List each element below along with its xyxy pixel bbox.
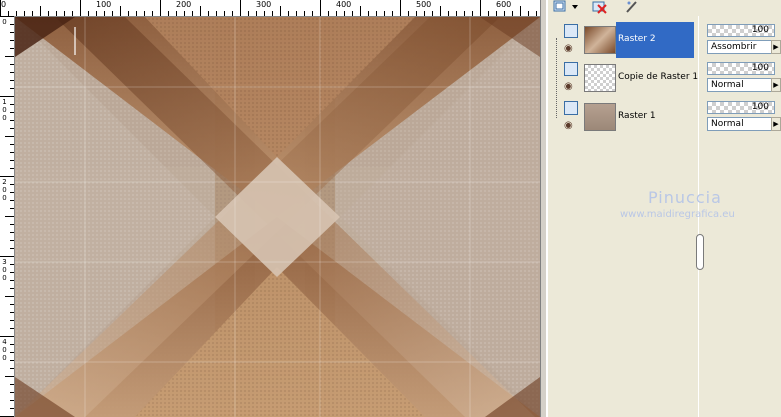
- layer-thumbnail: [584, 26, 616, 54]
- ruler-label: 2 0 0: [2, 178, 7, 202]
- layer-row-raster-1[interactable]: ◉ Raster 1: [562, 99, 694, 135]
- layer-thumbnail: [584, 103, 616, 131]
- raster-layer-icon: [564, 24, 578, 38]
- ruler-label: 3 0 0: [2, 258, 7, 282]
- canvas-artwork: [15, 17, 540, 417]
- ruler-label: 0: [1, 0, 7, 9]
- ruler-label: 200: [176, 0, 192, 9]
- raster-layer-icon: [564, 101, 578, 115]
- image-canvas[interactable]: [15, 17, 540, 417]
- ruler-label: 4 0 0: [2, 338, 7, 362]
- blend-mode-select[interactable]: Assombrir: [707, 40, 775, 54]
- ruler-label: 0: [2, 18, 7, 26]
- ruler-label: 600: [496, 0, 512, 9]
- edit-button[interactable]: [624, 0, 640, 14]
- layer-props-copie-de-raster-1: 100 Normal ▶: [707, 60, 781, 96]
- layers-palette: ◉ Raster 2 ◉ Copie de Raster 1 ◉ Raster …: [548, 0, 781, 417]
- layer-row-raster-2[interactable]: ◉ Raster 2: [562, 22, 694, 58]
- layer-name[interactable]: Raster 2: [616, 22, 694, 58]
- visibility-eye-icon[interactable]: ◉: [564, 82, 578, 92]
- layers-toolbar: [548, 0, 781, 16]
- layer-name[interactable]: Copie de Raster 1: [616, 60, 698, 96]
- edit-icon: [626, 1, 637, 13]
- layer-name[interactable]: Raster 1: [616, 99, 694, 135]
- ruler-label: 300: [256, 0, 272, 9]
- opacity-field[interactable]: 100: [707, 62, 775, 75]
- ruler-label: 100: [96, 0, 112, 9]
- raster-layer-icon: [564, 62, 578, 76]
- layer-thumbnail: [584, 64, 616, 92]
- delete-layer-icon: [592, 1, 607, 14]
- visibility-eye-icon[interactable]: ◉: [564, 44, 578, 54]
- opacity-field[interactable]: 100: [707, 24, 775, 37]
- blend-dropdown-arrow-icon[interactable]: ▶: [771, 40, 781, 54]
- top-ruler: 0 100 200 300 400 500 600: [0, 0, 540, 17]
- blend-dropdown-arrow-icon[interactable]: ▶: [771, 117, 781, 131]
- watermark-url: www.maidiregrafica.eu: [620, 209, 735, 220]
- blend-dropdown-arrow-icon[interactable]: ▶: [771, 78, 781, 92]
- new-layer-icon: [553, 0, 578, 12]
- layer-row-copie-de-raster-1[interactable]: ◉ Copie de Raster 1: [562, 60, 698, 96]
- palette-resize-handle[interactable]: [696, 234, 704, 270]
- layer-props-raster-2: 100 Assombrir ▶: [707, 22, 781, 58]
- opacity-field[interactable]: 100: [707, 101, 775, 114]
- delete-layer-button[interactable]: [592, 0, 608, 14]
- left-ruler: 0 1 0 0 2 0 0 3 0 0 4 0 0: [0, 16, 15, 417]
- ruler-label: 400: [336, 0, 352, 9]
- watermark-title: Pinuccia: [648, 188, 722, 207]
- ruler-label: 500: [416, 0, 432, 9]
- new-layer-button[interactable]: [552, 0, 580, 14]
- layer-props-raster-1: 100 Normal ▶: [707, 99, 781, 135]
- blend-mode-select[interactable]: Normal: [707, 117, 775, 131]
- blend-mode-select[interactable]: Normal: [707, 78, 775, 92]
- visibility-eye-icon[interactable]: ◉: [564, 121, 578, 131]
- ruler-label: 1 0 0: [2, 98, 7, 122]
